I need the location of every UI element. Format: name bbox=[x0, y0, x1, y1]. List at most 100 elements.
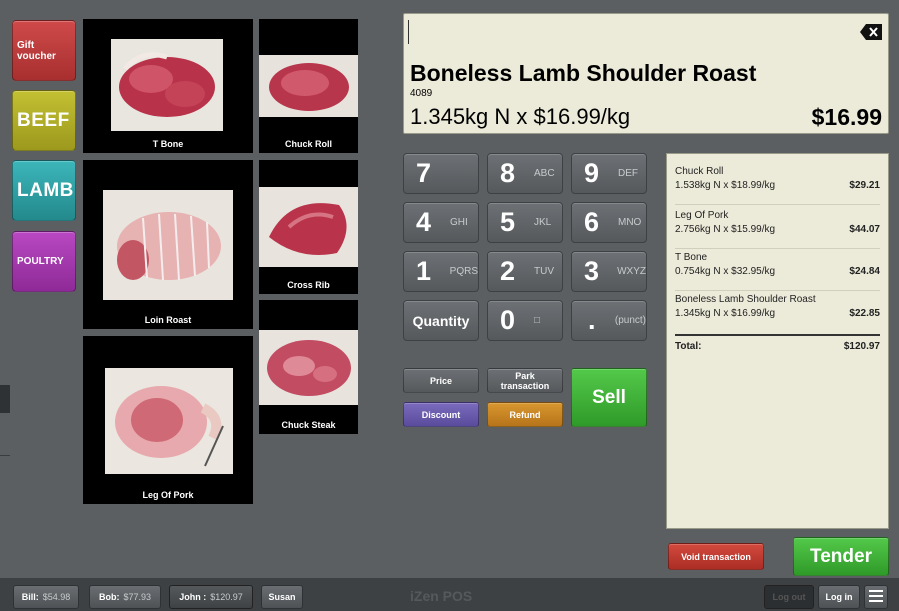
side-divider bbox=[0, 455, 10, 456]
key-number: 7 bbox=[416, 158, 432, 188]
key-letters: MNO bbox=[618, 217, 642, 228]
key-8[interactable]: 8 ABC bbox=[487, 153, 563, 194]
refund-button[interactable]: Refund bbox=[487, 402, 563, 427]
input-cursor[interactable] bbox=[408, 20, 409, 44]
discount-label: Discount bbox=[421, 409, 461, 420]
receipt-line[interactable]: T Bone 0.754kg N x $32.95/kg $24.84 bbox=[675, 248, 880, 291]
key-number: 8 bbox=[500, 158, 516, 188]
discount-button[interactable]: Discount bbox=[403, 402, 479, 427]
line-name: T Bone bbox=[675, 252, 708, 263]
key-letters: (punct) bbox=[614, 315, 646, 326]
key-4[interactable]: 4 GHI bbox=[403, 202, 479, 243]
key-3[interactable]: 3 WXYZ bbox=[571, 251, 647, 292]
tab-amount: $54.98 bbox=[42, 592, 71, 602]
product-quantity: 1.345kg N x $16.99/kg bbox=[410, 104, 631, 129]
loin-roast-image bbox=[103, 190, 233, 300]
product-label: Chuck Steak bbox=[281, 420, 336, 430]
tab-name: Susan bbox=[268, 592, 296, 602]
sell-label: Sell bbox=[592, 386, 626, 408]
product-label: Cross Rib bbox=[287, 280, 330, 290]
menu-button[interactable] bbox=[864, 585, 888, 609]
product-label: Loin Roast bbox=[144, 315, 192, 325]
logout-button[interactable]: Log out bbox=[764, 585, 814, 609]
tab-amount: $120.97 bbox=[210, 592, 243, 602]
backspace-icon[interactable] bbox=[860, 24, 882, 40]
tender-button[interactable]: Tender bbox=[793, 537, 889, 576]
price-label: Price bbox=[429, 375, 453, 386]
key-punct[interactable]: . (punct) bbox=[571, 300, 647, 341]
item-display: Boneless Lamb Shoulder Roast 4089 1.345k… bbox=[403, 13, 889, 134]
leg-of-pork-image bbox=[105, 368, 233, 474]
product-loin-roast[interactable]: Loin Roast bbox=[83, 160, 253, 329]
receipt-line[interactable]: Boneless Lamb Shoulder Roast 1.345kg N x… bbox=[675, 290, 880, 332]
line-price: $44.07 bbox=[849, 224, 880, 235]
bill-tab-bob[interactable]: Bob: $77.93 bbox=[89, 585, 161, 609]
login-button[interactable]: Log in bbox=[818, 585, 860, 609]
bill-tab-john[interactable]: John : $120.97 bbox=[169, 585, 253, 609]
product-name: Boneless Lamb Shoulder Roast bbox=[410, 60, 757, 86]
receipt-total: Total: $120.97 bbox=[675, 334, 880, 352]
bill-tab-susan[interactable]: Susan bbox=[261, 585, 303, 609]
key-number: 1 bbox=[416, 256, 432, 286]
sell-button[interactable]: Sell bbox=[571, 368, 647, 427]
brand-logo: iZen POS bbox=[410, 588, 473, 604]
product-total: $16.99 bbox=[811, 104, 882, 130]
key-7[interactable]: 7 bbox=[403, 153, 479, 194]
total-value: $120.97 bbox=[843, 341, 880, 352]
chuck-steak-image bbox=[259, 330, 358, 405]
tender-label: Tender bbox=[810, 545, 872, 567]
key-number: . bbox=[588, 305, 596, 335]
line-detail: 1.345kg N x $16.99/kg bbox=[675, 308, 776, 319]
line-detail: 2.756kg N x $15.99/kg bbox=[675, 224, 776, 235]
t-bone-image bbox=[111, 39, 223, 131]
category-gift-voucher[interactable]: Gift voucher bbox=[12, 20, 76, 81]
login-label: Log in bbox=[825, 592, 853, 602]
side-tab bbox=[0, 385, 10, 413]
key-letters: GHI bbox=[450, 217, 468, 228]
price-button[interactable]: Price bbox=[403, 368, 479, 393]
category-label: POULTRY bbox=[17, 256, 64, 267]
quantity-button[interactable]: Quantity bbox=[403, 300, 479, 341]
refund-label: Refund bbox=[509, 409, 541, 420]
void-transaction-button[interactable]: Void transaction bbox=[668, 543, 764, 570]
product-t-bone[interactable]: T Bone bbox=[83, 19, 253, 153]
key-0[interactable]: 0 □ bbox=[487, 300, 563, 341]
line-name: Chuck Roll bbox=[675, 166, 724, 177]
key-9[interactable]: 9 DEF bbox=[571, 153, 647, 194]
category-beef[interactable]: BEEF bbox=[12, 90, 76, 151]
product-leg-of-pork[interactable]: Leg Of Pork bbox=[83, 336, 253, 504]
key-number: 6 bbox=[584, 207, 600, 237]
product-label: T Bone bbox=[152, 139, 184, 149]
tab-amount: $77.93 bbox=[123, 592, 152, 602]
tab-name: Bob: bbox=[98, 592, 120, 602]
key-letters: JKL bbox=[534, 217, 552, 228]
logout-label: Log out bbox=[772, 592, 806, 602]
receipt-panel: Chuck Roll 1.538kg N x $18.99/kg $29.21 … bbox=[666, 153, 889, 529]
chuck-roll-image bbox=[259, 55, 358, 117]
key-5[interactable]: 5 JKL bbox=[487, 202, 563, 243]
key-number: 3 bbox=[584, 256, 600, 286]
receipt-line[interactable]: Leg Of Pork 2.756kg N x $15.99/kg $44.07 bbox=[675, 206, 880, 249]
key-2[interactable]: 2 TUV bbox=[487, 251, 563, 292]
quantity-label: Quantity bbox=[412, 312, 470, 329]
receipt-line[interactable]: Chuck Roll 1.538kg N x $18.99/kg $29.21 bbox=[675, 162, 880, 205]
hamburger-icon bbox=[869, 590, 883, 604]
line-detail: 1.538kg N x $18.99/kg bbox=[675, 180, 776, 191]
category-label: BEEF bbox=[17, 109, 70, 131]
product-code: 4089 bbox=[410, 88, 433, 99]
product-chuck-roll[interactable]: Chuck Roll bbox=[259, 19, 358, 153]
category-poultry[interactable]: POULTRY bbox=[12, 231, 76, 292]
key-letters: WXYZ bbox=[617, 266, 646, 277]
park-label: Park transaction bbox=[500, 370, 550, 391]
line-name: Boneless Lamb Shoulder Roast bbox=[675, 294, 816, 305]
key-6[interactable]: 6 MNO bbox=[571, 202, 647, 243]
bill-tab-bill[interactable]: Bill: $54.98 bbox=[13, 585, 79, 609]
product-chuck-steak[interactable]: Chuck Steak bbox=[259, 300, 358, 434]
key-letters: ABC bbox=[534, 168, 555, 179]
park-transaction-button[interactable]: Park transaction bbox=[487, 368, 563, 393]
void-label: Void transaction bbox=[681, 551, 751, 562]
key-letters: □ bbox=[534, 315, 541, 326]
category-lamb[interactable]: LAMB bbox=[12, 160, 76, 221]
key-1[interactable]: 1 PQRS bbox=[403, 251, 479, 292]
product-cross-rib[interactable]: Cross Rib bbox=[259, 160, 358, 294]
